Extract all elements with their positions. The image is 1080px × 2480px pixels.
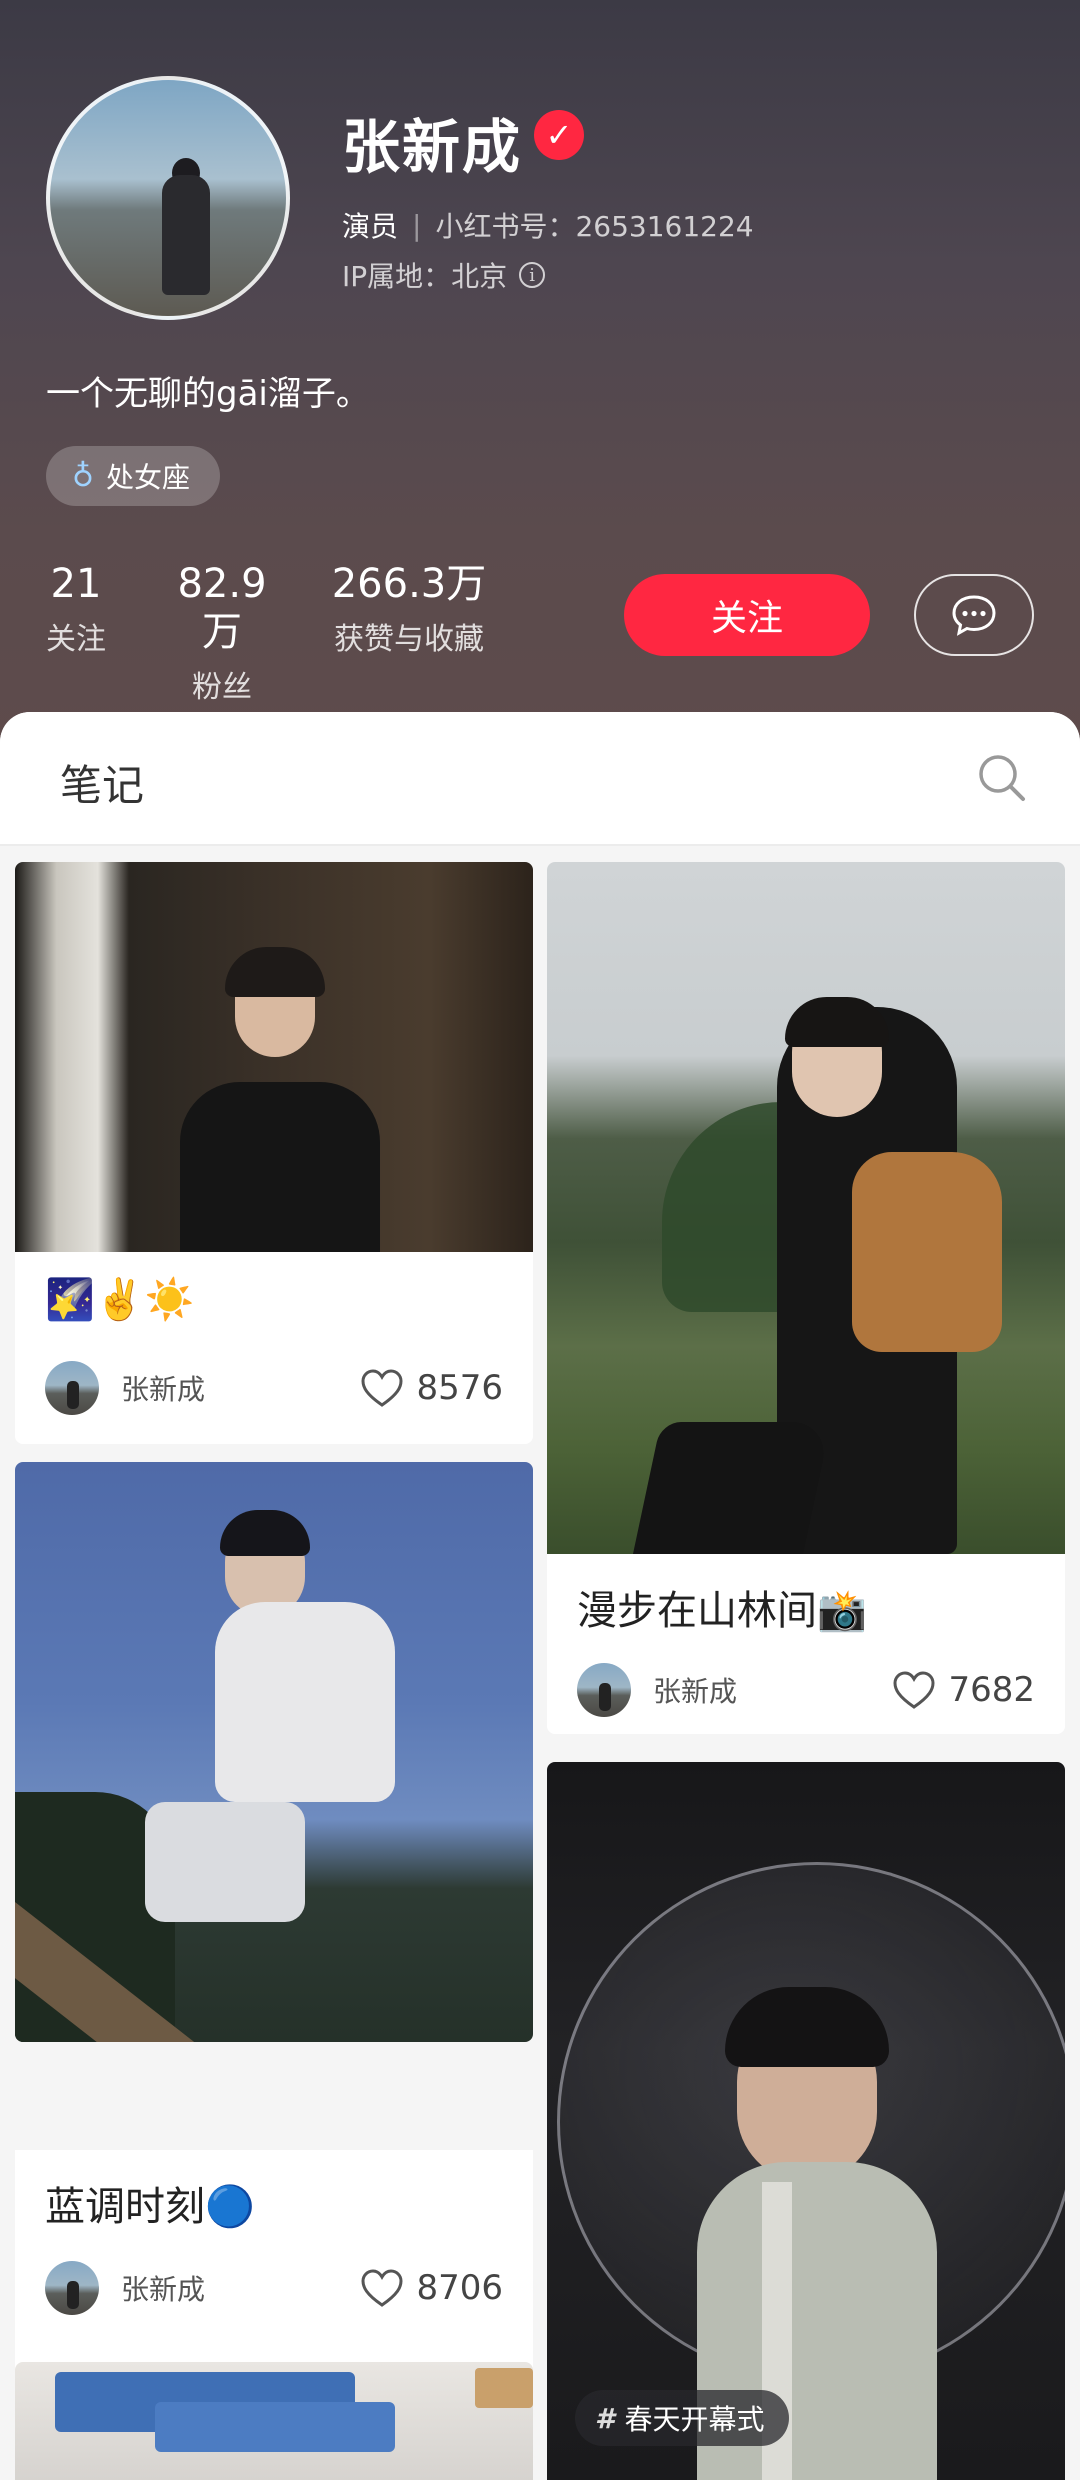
note-photo (547, 862, 1065, 1554)
profile-stats: 21 关注 82.9万 粉丝 266.3万 获赞与收藏 (46, 560, 492, 706)
note-photo (547, 1762, 1065, 2480)
heart-icon (361, 2269, 403, 2307)
profile-role: 演员 (342, 210, 399, 243)
heart-icon (893, 1671, 935, 1709)
note-card[interactable]: 漫步在山林间📸 张新成 7682 (547, 862, 1065, 1734)
stat-following-value: 21 (50, 561, 102, 607)
stat-likes[interactable]: 266.3万 获赞与收藏 (326, 560, 492, 706)
profile-header: 张新成 ✓ 演员 | 小红书号：2653161224 IP属地：北京 i 一个无… (0, 0, 1080, 760)
note-photo (15, 862, 533, 1252)
profile-name: 张新成 (342, 113, 523, 181)
stat-likes-label: 获赞与收藏 (334, 622, 484, 657)
note-footer: 张新成 8706 (15, 2258, 533, 2318)
note-author: 张新成 (653, 1675, 738, 1708)
like-button[interactable]: 8576 (360, 1368, 503, 1408)
like-button[interactable]: 7682 (892, 1670, 1035, 1710)
note-title: 🌠✌️☀️ (45, 1277, 195, 1323)
like-count: 8706 (416, 2268, 503, 2308)
note-photo (15, 1462, 533, 2042)
like-button[interactable]: 8706 (360, 2268, 503, 2308)
profile-bio: 一个无聊的gāi溜子。 (46, 374, 370, 414)
zodiac-tag-label: 处女座 (105, 461, 190, 494)
stat-followers-label: 粉丝 (192, 670, 252, 705)
avatar[interactable] (45, 2261, 99, 2315)
message-button[interactable] (914, 574, 1034, 656)
stat-followers-value: 82.9万 (177, 561, 267, 655)
stat-following[interactable]: 21 关注 (46, 560, 106, 706)
note-photo (15, 2362, 533, 2480)
note-author: 张新成 (121, 2273, 206, 2306)
like-count: 7682 (948, 1670, 1035, 1710)
profile-red-id: 小红书号：2653161224 (435, 210, 754, 243)
note-footer: 张新成 8576 (15, 1358, 533, 1418)
meta-separator: | (412, 208, 422, 242)
hashtag-chip[interactable]: # 春天开幕式 (575, 2390, 789, 2446)
notes-header: 笔记 (0, 712, 1080, 846)
note-card[interactable]: 蓝调时刻🔵 (15, 1462, 533, 2042)
info-icon[interactable]: i (519, 262, 546, 288)
hashtag-icon: # (595, 2401, 615, 2435)
profile-ip: IP属地：北京 i (342, 255, 546, 295)
like-count: 8576 (416, 1368, 503, 1408)
stat-likes-value: 266.3万 (331, 561, 487, 607)
avatar[interactable] (45, 1361, 99, 1415)
virgo-icon: ♁ (72, 458, 94, 494)
note-title: 漫步在山林间📸 (577, 1588, 867, 1634)
search-icon[interactable] (976, 752, 1028, 804)
profile-avatar[interactable] (46, 76, 290, 320)
notes-tab-title[interactable]: 笔记 (60, 752, 144, 813)
ip-location: IP属地：北京 (342, 260, 508, 293)
chat-bubble-icon (952, 595, 996, 636)
profile-meta: 演员 | 小红书号：2653161224 (342, 205, 754, 245)
zodiac-tag[interactable]: ♁ 处女座 (46, 446, 220, 506)
note-author: 张新成 (121, 1373, 206, 1406)
note-title: 蓝调时刻🔵 (45, 2184, 255, 2230)
follow-button[interactable]: 关注 (624, 574, 870, 656)
avatar[interactable] (577, 1663, 631, 1717)
verified-badge-icon: ✓ (534, 110, 584, 160)
stat-following-label: 关注 (46, 622, 106, 657)
note-card[interactable] (15, 2362, 533, 2480)
hashtag-label: 春天开幕式 (624, 2403, 765, 2436)
heart-icon (361, 1369, 403, 1407)
note-card[interactable]: # 春天开幕式 (547, 1762, 1065, 2480)
note-card[interactable]: 🌠✌️☀️ 张新成 8576 (15, 862, 533, 1444)
stat-followers[interactable]: 82.9万 粉丝 (158, 560, 286, 706)
note-title-area: 蓝调时刻🔵 (15, 2150, 533, 2250)
note-footer: 张新成 7682 (547, 1660, 1065, 1720)
